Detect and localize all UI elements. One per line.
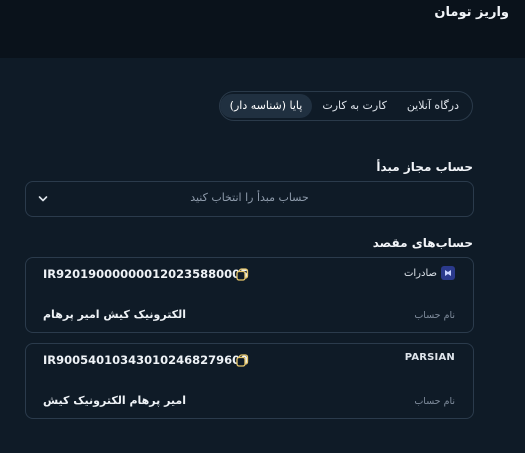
- copy-icon[interactable]: [236, 268, 249, 281]
- tab-paya[interactable]: پایا (شناسه دار): [219, 94, 313, 118]
- destination-accounts-label: حساب‌های مقصد: [372, 236, 473, 250]
- tab-card-to-card[interactable]: کارت به کارت: [312, 94, 396, 118]
- account-name-label: نام حساب: [414, 396, 455, 407]
- saderat-logo-icon: [441, 266, 455, 280]
- destination-account-card: IR900540103430102468279600 PARSIAN نام ح…: [25, 343, 474, 419]
- account-name-label: نام حساب: [414, 310, 455, 321]
- bank-name: PARSIAN: [404, 352, 455, 363]
- account-iban: IR900540103430102468279600: [43, 353, 249, 367]
- account-name: امیر پرهام الکترونیک کیش: [43, 394, 186, 407]
- chevron-down-icon: [38, 196, 48, 202]
- bank-info: PARSIAN: [405, 352, 455, 363]
- source-account-select[interactable]: حساب مبدأ را انتخاب کنید: [25, 181, 474, 217]
- tab-online-gateway[interactable]: درگاه آنلاین: [397, 94, 469, 118]
- account-name: الکترونیک کیش امیر پرهام: [43, 308, 186, 321]
- deposit-method-tabs: درگاه آنلاین کارت به کارت پایا (شناسه دا…: [219, 91, 473, 121]
- copy-icon[interactable]: [236, 354, 249, 367]
- destination-account-card: IR920190000000120235880005 صادرات نام حس…: [25, 257, 474, 333]
- top-header: واریز تومان: [0, 0, 525, 58]
- page-title: واریز تومان: [434, 5, 509, 20]
- account-iban: IR920190000000120235880005: [43, 267, 249, 281]
- source-account-placeholder: حساب مبدأ را انتخاب کنید: [190, 191, 309, 204]
- source-account-label: حساب مجاز مبدأ: [376, 160, 473, 174]
- bank-info: صادرات: [404, 266, 455, 280]
- bank-name: صادرات: [403, 267, 437, 279]
